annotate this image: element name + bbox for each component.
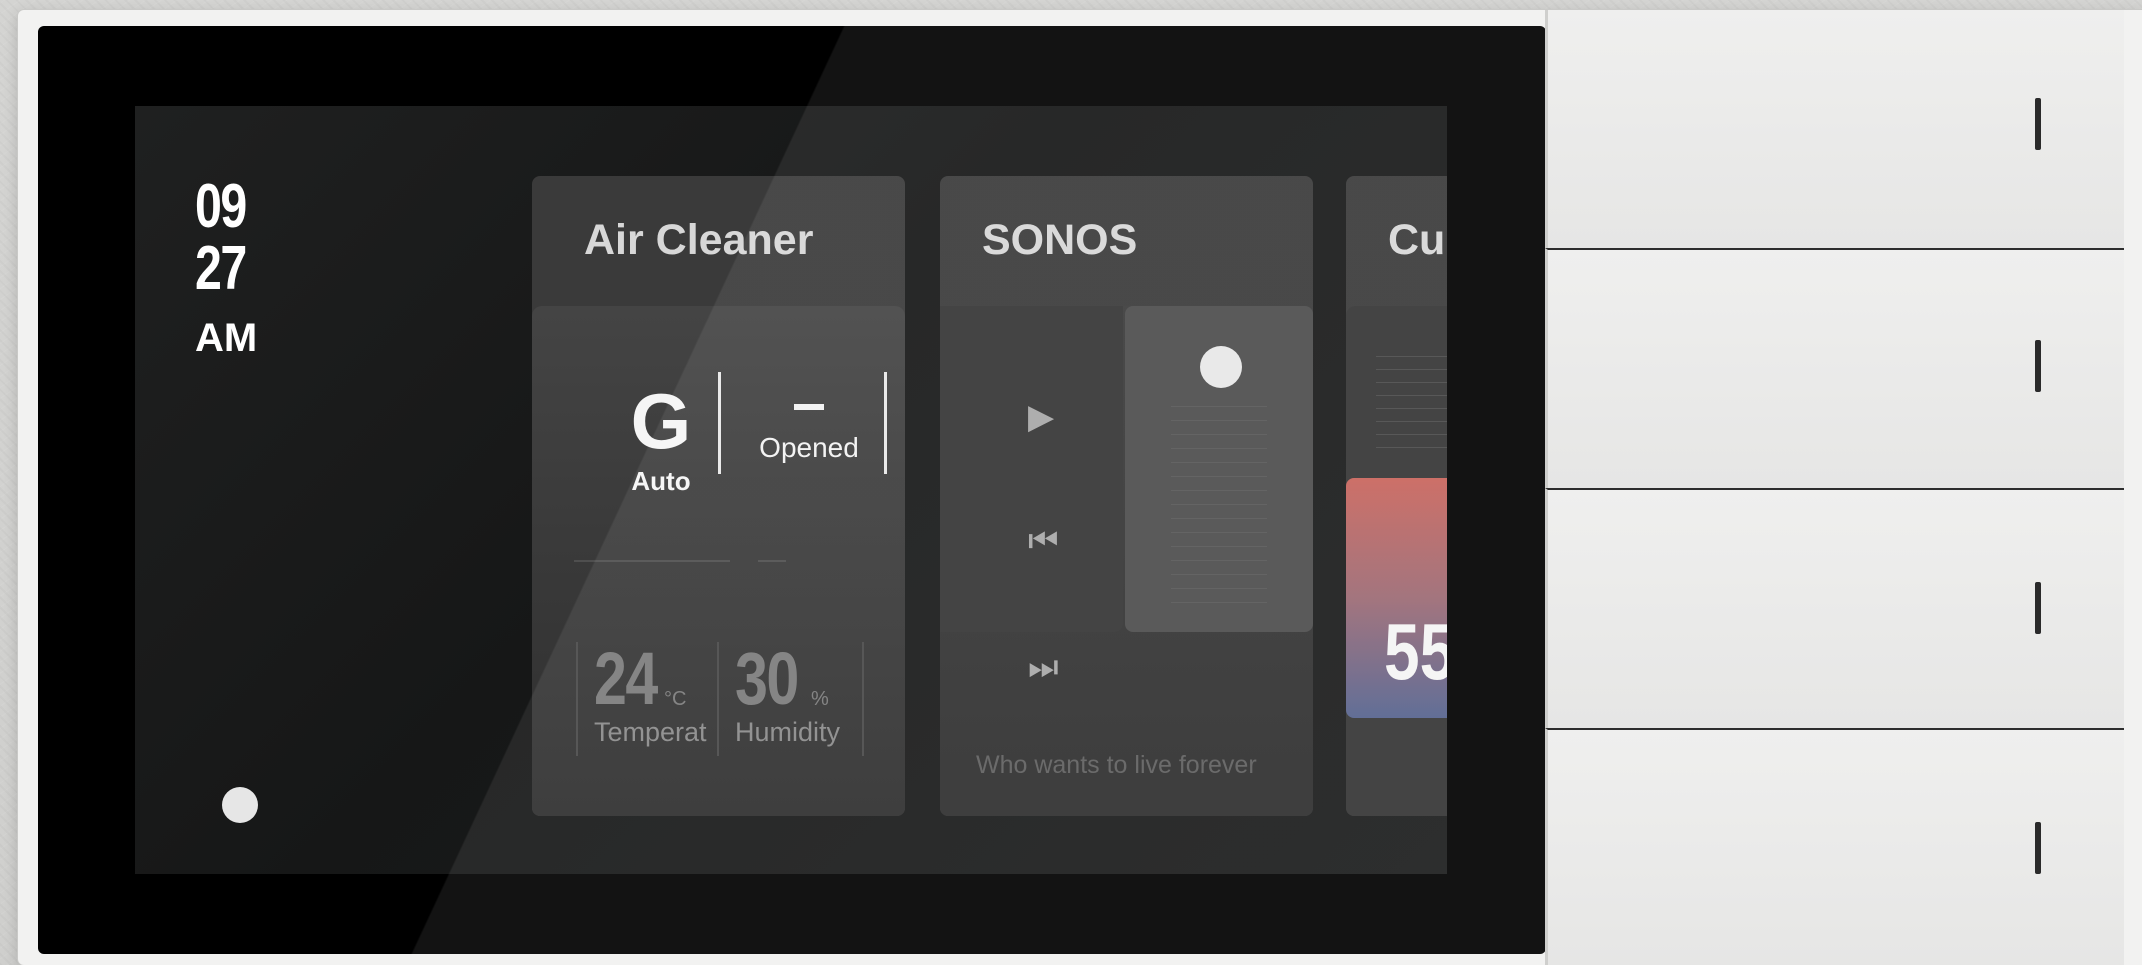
next-icon[interactable]: ⏭	[1028, 650, 1059, 684]
curtain-card[interactable]: Curta 55o	[1346, 176, 1447, 816]
screen-bezel: 09 27 AM Air Cleaner G Auto Opened 24 °C…	[38, 26, 1546, 954]
clock-minute: 27	[195, 234, 247, 303]
air-cleaner-title: Air Cleaner	[584, 216, 814, 264]
air-cleaner-card[interactable]: Air Cleaner G Auto Opened 24 °C Temperat…	[532, 176, 905, 816]
humidity-metric: 30 % Humidity	[735, 636, 840, 748]
switch-button-4[interactable]	[1545, 728, 2124, 965]
divider	[884, 372, 887, 474]
switch-button-3[interactable]	[1545, 488, 2124, 728]
volume-track	[1171, 406, 1267, 616]
volume-slider[interactable]	[1125, 306, 1313, 632]
temperature-label: Temperat	[594, 717, 707, 747]
clock-hour: 09	[195, 172, 247, 241]
curtain-body: 55o	[1346, 306, 1447, 816]
temperature-value: 24	[594, 637, 658, 720]
sonos-title: SONOS	[982, 216, 1138, 264]
switch-button-1[interactable]	[1545, 10, 2124, 248]
switch-button-2[interactable]	[1545, 248, 2124, 488]
curtain-value-number: 55	[1384, 607, 1447, 696]
sonos-card[interactable]: SONOS ▶ ⏮ ⏭ Who wants to live forever	[940, 176, 1313, 816]
temperature-unit: °C	[664, 688, 687, 710]
air-cleaner-state[interactable]: Opened	[744, 394, 874, 464]
curtain-title: Curta	[1388, 216, 1447, 264]
volume-knob[interactable]	[1200, 346, 1242, 388]
clock: 09 27 AM	[195, 172, 315, 360]
song-title: Who wants to live forever	[976, 751, 1257, 779]
state-label: Opened	[759, 432, 859, 463]
switch-indicator-icon	[2035, 340, 2041, 392]
air-cleaner-mode[interactable]: G Auto	[616, 382, 706, 497]
previous-icon[interactable]: ⏮	[1028, 524, 1059, 558]
divider	[718, 372, 721, 474]
divider	[576, 642, 578, 756]
play-icon[interactable]: ▶	[1028, 400, 1054, 434]
page-indicator-dot[interactable]	[222, 787, 258, 823]
mode-label: Auto	[631, 466, 691, 496]
sonos-controls: ▶ ⏮	[940, 306, 1123, 632]
switch-indicator-icon	[2035, 582, 2041, 634]
humidity-unit: %	[811, 688, 829, 710]
humidity-value: 30	[735, 637, 799, 720]
humidity-label: Humidity	[735, 717, 841, 747]
air-cleaner-body: G Auto Opened 24 °C Temperat 30 % Humidi…	[532, 306, 905, 816]
switch-indicator-icon	[2035, 98, 2041, 150]
curtain-lines	[1376, 356, 1447, 452]
divider	[862, 642, 864, 756]
touch-screen: 09 27 AM Air Cleaner G Auto Opened 24 °C…	[135, 106, 1447, 874]
curtain-value: 55o	[1384, 606, 1447, 698]
separator-line	[574, 560, 730, 562]
mode-value: G	[630, 377, 692, 465]
switch-indicator-icon	[2035, 822, 2041, 874]
state-dash-icon	[794, 404, 824, 410]
separator-line	[758, 560, 786, 562]
divider	[717, 642, 719, 756]
temperature-metric: 24 °C Temperat	[594, 636, 707, 748]
sonos-body: ▶ ⏮ ⏭ Who wants to live forever	[940, 306, 1313, 816]
clock-period: AM	[195, 316, 258, 360]
